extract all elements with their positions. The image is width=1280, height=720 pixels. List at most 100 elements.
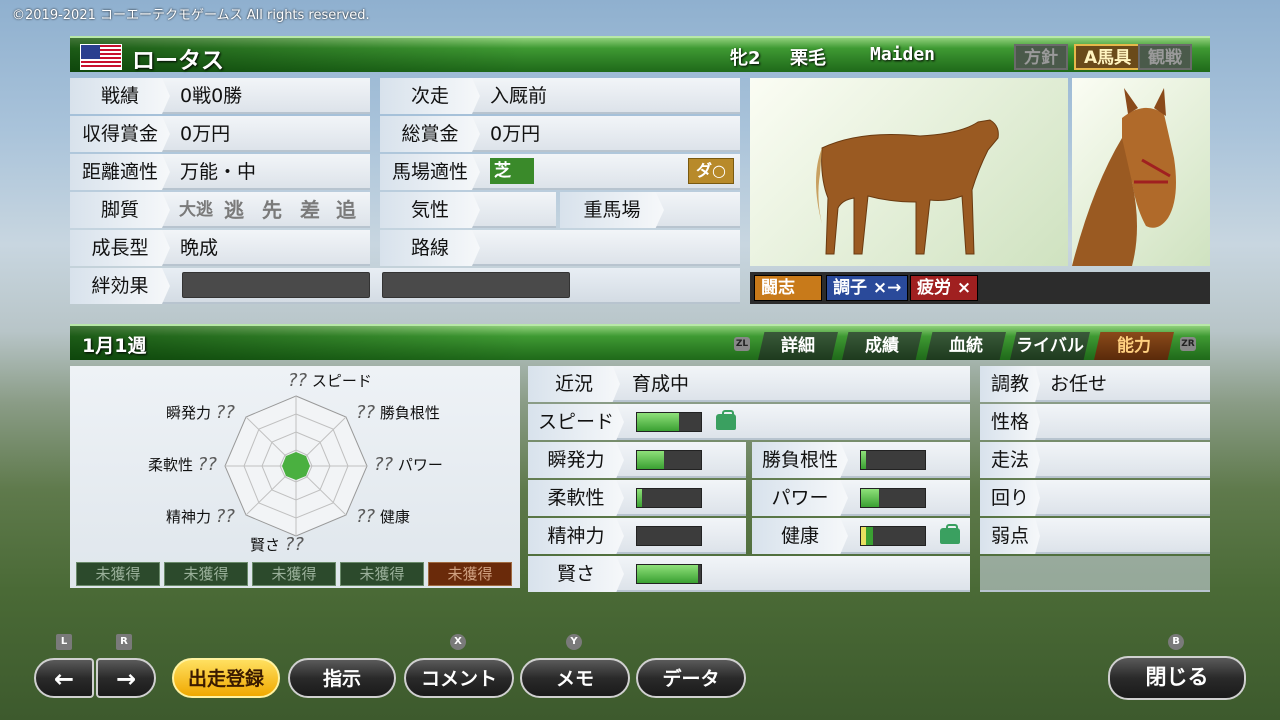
- policy-button[interactable]: 方針: [1014, 44, 1068, 70]
- bond-row: 絆効果: [70, 268, 740, 304]
- weakness-row: 弱点: [980, 518, 1210, 554]
- growth-label: 成長型: [70, 230, 170, 266]
- watch-button[interactable]: 観戦: [1138, 44, 1192, 70]
- memo-button[interactable]: メモ: [520, 658, 630, 698]
- radar-speed: ?? スピード: [288, 370, 372, 391]
- instruct-button[interactable]: 指示: [288, 658, 396, 698]
- r-key-icon: R: [116, 634, 132, 650]
- tab-results[interactable]: 成績: [842, 332, 922, 360]
- zl-key-icon: ZL: [734, 337, 750, 351]
- record-value: 0戦0勝: [180, 85, 243, 107]
- tab-ability[interactable]: 能力: [1094, 332, 1174, 360]
- style-close: 追: [336, 198, 356, 222]
- sex-age: 牝2: [730, 48, 761, 69]
- distance-label: 距離適性: [70, 154, 170, 190]
- radar-panel: ?? スピード ?? 勝負根性 ?? パワー ?? 健康 賢さ ?? 精神力 ?…: [70, 366, 520, 588]
- unacquired-slot-5: 未獲得: [428, 562, 512, 586]
- style-lead: 先: [262, 198, 282, 222]
- bond-slot-2[interactable]: [382, 272, 570, 298]
- race-entry-button[interactable]: 出走登録: [172, 658, 280, 698]
- guts-row: 勝負根性: [752, 442, 970, 478]
- condition-row: 近況 育成中: [528, 366, 970, 402]
- usa-flag-icon: [80, 44, 122, 70]
- fighting-spirit-badge: 闘志: [754, 275, 822, 301]
- burst-bar: [636, 450, 702, 470]
- wisdom-row: 賢さ: [528, 556, 970, 592]
- track-row: 馬場適性 芝 ダ○: [380, 154, 740, 190]
- horse-header: ロータス 牝2 栗毛 Maiden 方針 A馬具 観戦: [70, 36, 1210, 74]
- equipment-button[interactable]: A馬具: [1074, 44, 1142, 70]
- health-label: 健康: [752, 518, 848, 554]
- route-row: 路線: [380, 230, 740, 266]
- form-badge: 調子 ×→: [826, 275, 909, 301]
- radar-flex: 柔軟性 ??: [148, 454, 217, 475]
- growth-value: 晩成: [180, 237, 219, 259]
- mental-label: 精神力: [528, 518, 624, 554]
- power-row: パワー: [752, 480, 970, 516]
- zr-key-icon: ZR: [1180, 337, 1196, 351]
- dirt-aptitude: ダ○: [688, 158, 734, 184]
- style-label: 脚質: [70, 192, 170, 228]
- flex-label: 柔軟性: [528, 480, 624, 516]
- mental-bar: [636, 526, 702, 546]
- radar-fill: [282, 452, 310, 480]
- close-button[interactable]: 閉じる: [1108, 656, 1246, 700]
- radar-power: ?? パワー: [374, 454, 443, 475]
- tab-details[interactable]: 詳細: [758, 332, 838, 360]
- turn-label: 回り: [980, 480, 1040, 516]
- growth-row: 成長型 晩成: [70, 230, 370, 266]
- radar-mental: 精神力 ??: [166, 506, 235, 527]
- flex-bar: [636, 488, 702, 508]
- speed-bar: [636, 412, 702, 432]
- next-horse-button[interactable]: →: [96, 658, 156, 698]
- unacquired-slot-4: 未獲得: [340, 562, 424, 586]
- bond-slot-1[interactable]: [182, 272, 370, 298]
- guts-label: 勝負根性: [752, 442, 848, 478]
- prize-row: 収得賞金 0万円: [70, 116, 370, 152]
- speed-medal-icon: [716, 410, 736, 430]
- horse-name: ロータス: [132, 48, 224, 74]
- weakness-label: 弱点: [980, 518, 1040, 554]
- training-value: お任せ: [1050, 373, 1108, 395]
- arrow-left-icon: ←: [53, 665, 75, 693]
- style-big-escape: 大逃: [179, 200, 213, 220]
- record-label: 戦績: [70, 78, 170, 114]
- flex-row: 柔軟性: [528, 480, 746, 516]
- tab-rival[interactable]: ライバル: [1010, 332, 1090, 360]
- training-row: 調教 お任せ: [980, 366, 1210, 402]
- speed-label: スピード: [528, 404, 624, 440]
- health-medal-icon: [940, 524, 960, 544]
- tab-pedigree[interactable]: 血統: [926, 332, 1006, 360]
- unacquired-slot-2: 未獲得: [164, 562, 248, 586]
- total-prize-row: 総賞金 0万円: [380, 116, 740, 152]
- style-row: 脚質 大逃 逃 先 差 追: [70, 192, 370, 228]
- health-bar: [860, 526, 926, 546]
- data-button[interactable]: データ: [636, 658, 746, 698]
- radar-guts: ?? 勝負根性: [356, 402, 440, 423]
- wisdom-bar: [636, 564, 702, 584]
- track-label: 馬場適性: [380, 154, 480, 190]
- unacquired-slot-1: 未獲得: [76, 562, 160, 586]
- l-key-icon: L: [56, 634, 72, 650]
- guts-bar: [860, 450, 926, 470]
- fatigue-badge: 疲労 ×: [910, 275, 979, 301]
- burst-row: 瞬発力: [528, 442, 746, 478]
- next-race-value: 入厩前: [490, 85, 548, 107]
- personality-label: 性格: [980, 404, 1040, 440]
- burst-label: 瞬発力: [528, 442, 624, 478]
- prev-horse-button[interactable]: ←: [34, 658, 94, 698]
- radar-health: ?? 健康: [356, 506, 410, 527]
- condition-badges: 闘志 調子 ×→ 疲労 ×: [750, 272, 1210, 304]
- comment-button[interactable]: コメント: [404, 658, 514, 698]
- wisdom-label: 賢さ: [528, 556, 624, 592]
- distance-value: 万能・中: [180, 161, 257, 183]
- health-row: 健康: [752, 518, 970, 554]
- style-escape: 逃: [224, 198, 244, 222]
- temper-row: 気性: [380, 192, 556, 228]
- y-key-icon: Y: [566, 634, 582, 650]
- unacquired-slot-3: 未獲得: [252, 562, 336, 586]
- style-stalk: 差: [300, 198, 320, 222]
- prize-label: 収得賞金: [70, 116, 170, 152]
- personality-row: 性格: [980, 404, 1210, 440]
- record-row: 戦績 0戦0勝: [70, 78, 370, 114]
